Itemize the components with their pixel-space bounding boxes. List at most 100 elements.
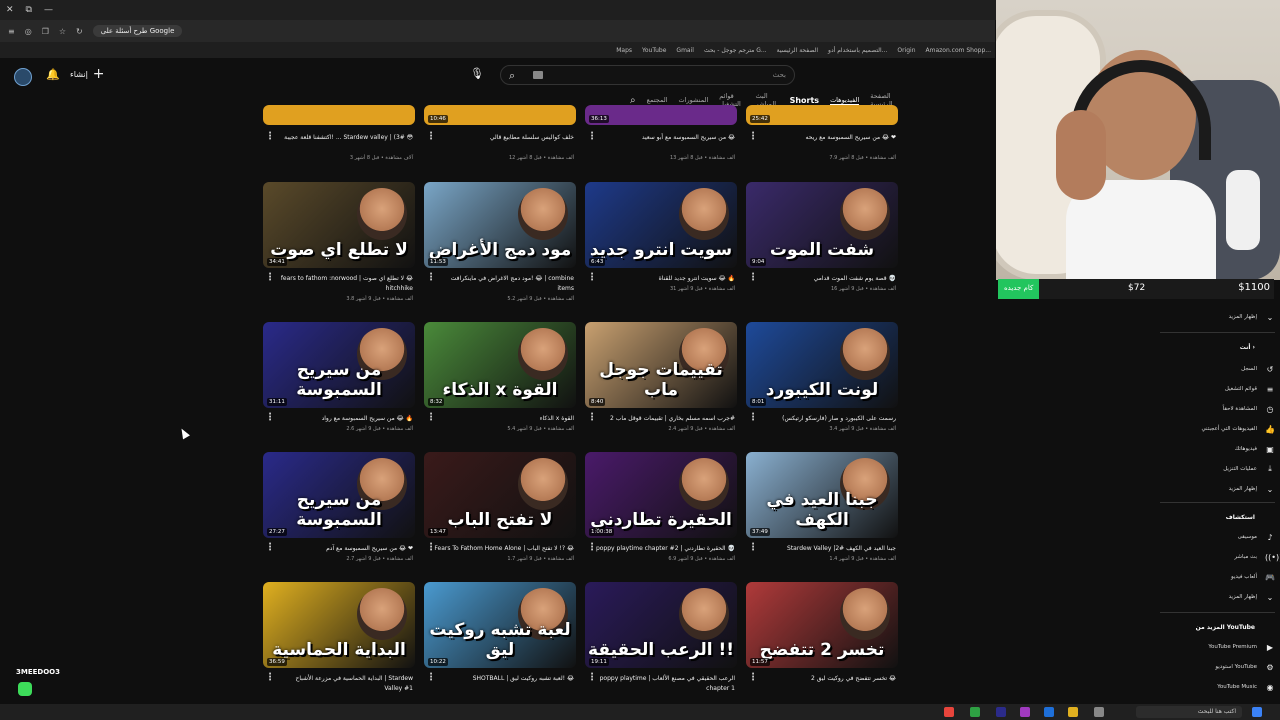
close-window-button[interactable]: ✕ [6,5,14,15]
video-title-line2[interactable]: chapter 1 [595,684,735,693]
video-title[interactable]: SHOTBALL | لعبة تشبه روكيت ليق! 😂 [434,674,574,683]
video-title[interactable]: خلف كواليس سلسلة مطابيع قالي [434,133,574,142]
channel-search-icon[interactable]: ⌕ [630,95,636,106]
sidebar-you-header[interactable]: أنت › [1240,344,1255,351]
store-icon[interactable] [1044,707,1054,717]
video-thumbnail[interactable]: جبنا العيد في الكهف 37:49 [746,452,898,538]
video-title[interactable]: Fears To Fathom Home Alone | لا تفتح الب… [434,544,574,553]
more-options-icon[interactable]: ⋮ [748,132,758,142]
sidebar-item-premium[interactable]: YouTube Premium ▶ [1165,640,1275,654]
more-options-icon[interactable]: ⋮ [587,132,597,142]
video-thumbnail[interactable]: لونت الكيبورد 8:01 [746,322,898,408]
more-options-icon[interactable]: ⋮ [265,413,275,423]
bookmark-item[interactable]: Origin [897,47,915,54]
video-thumbnail[interactable]: سويت انترو جديد 6:43 [585,182,737,268]
more-options-icon[interactable]: ⋮ [748,413,758,423]
tab-videos[interactable]: الفيديوهات [830,96,860,105]
more-options-icon[interactable]: ⋮ [426,543,436,553]
video-title[interactable]: الذكاء x القوة [434,414,574,423]
more-options-icon[interactable]: ⋮ [587,273,597,283]
video-title[interactable]: اكتشفنا قلعة عجيبة! ... Stardew valley |… [273,133,413,142]
video-title-line2[interactable]: hitchhike [273,284,413,293]
chrome-icon[interactable] [944,707,954,717]
bookmark-item[interactable]: الصفحة الرئيسية [777,47,818,54]
copy-icon[interactable]: ❐ [42,27,49,36]
more-options-icon[interactable]: ⋮ [265,132,275,142]
bookmark-item[interactable]: مترجم جوجل - بحث G... [704,47,767,54]
video-title[interactable]: رسمت على الكيبورد و صار (فارسكو ارتيكس) [756,414,896,423]
video-thumbnail[interactable]: شفت الموت 9:04 [746,182,898,268]
refresh-icon[interactable]: ↻ [76,27,83,36]
more-options-icon[interactable]: ⋮ [426,273,436,283]
video-title[interactable]: سويت انترو جديد للقناة 😂 🔥 [595,274,735,283]
sidebar-item-music[interactable]: موسيقى ♪ [1165,530,1275,544]
sidebar-item-studio[interactable]: استوديو YouTube ⚙ [1165,660,1275,674]
video-title[interactable]: poppy playtime chapter #2 | الحقيرة تطار… [595,544,735,553]
video-title[interactable]: من سيريح السمبوسة مع أبو سعيد 😂 [595,133,735,142]
video-title[interactable]: Stardew Valley |2# جبنا العيد في الكهف [756,544,896,553]
video-thumbnail[interactable]: البداية الحماسية 36:59 [263,582,415,668]
bookmark-item[interactable]: Maps [616,47,632,54]
sidebar-item-gaming[interactable]: ألعاب فيديو 🎮 [1165,570,1275,584]
sidebar-item-music-app[interactable]: YouTube Music ◉ [1165,680,1275,694]
search-input[interactable]: ⌕ بحث [500,65,795,85]
more-options-icon[interactable]: ⋮ [587,543,597,553]
extensions-icon[interactable]: ≡ [8,27,15,36]
video-thumbnail[interactable]: الذكاء x القوة 8:32 [424,322,576,408]
minimize-window-button[interactable]: — [44,5,53,15]
video-thumbnail[interactable]: الرعب الحقيقة !! 19:11 [585,582,737,668]
sidebar-item-playlists[interactable]: قوائم التشغيل ≡ [1165,382,1275,396]
search-icon[interactable]: ⌕ [509,69,515,83]
more-options-icon[interactable]: ⋮ [265,273,275,283]
sidebar-item-downloads[interactable]: عمليات التنزيل ⤓ [1165,462,1275,476]
video-thumbnail[interactable]: 25:42 [746,105,898,125]
video-title[interactable]: جرب اسمه مسلم بخاري | تقييمات قوقل ماب 2… [595,414,735,423]
video-thumbnail[interactable]: الحقيرة تطاردني 1:00:38 [585,452,737,538]
video-title[interactable]: من سيريح السمبوسة مع آدم 😂 ❤ [273,544,413,553]
sidebar-item-liked[interactable]: الفيديوهات التي أعجبتني 👍 [1165,422,1275,436]
more-options-icon[interactable]: ⋮ [587,673,597,683]
video-thumbnail[interactable]: تقييمات جوجل ماب 8:40 [585,322,737,408]
video-thumbnail[interactable]: لا تفتح الباب 13:47 [424,452,576,538]
video-title[interactable]: poppy playtime | الرعب الحقيقي في مصنع ا… [595,674,735,683]
video-thumbnail[interactable]: لا تطلع اي صوت 34:41 [263,182,415,268]
more-options-icon[interactable]: ⋮ [265,543,275,553]
more-options-icon[interactable]: ⋮ [426,132,436,142]
folder-icon[interactable] [1068,707,1078,717]
bookmark-item[interactable]: Amazon.com Shopp... [926,47,992,54]
video-thumbnail[interactable]: 10:46 [424,105,576,125]
video-title[interactable]: تخسر تتفضح في روكيت ليق 2 😂 [756,674,896,683]
restore-window-button[interactable]: ⧉ [26,5,32,15]
create-button[interactable]: إنشاء + [70,67,105,81]
more-options-icon[interactable]: ⋮ [748,543,758,553]
star-icon[interactable]: ☆ [59,27,66,36]
video-title[interactable]: fears to fathom :norwood | لا تطلع اي صو… [273,274,413,283]
video-thumbnail[interactable]: لعبة تشبه روكيت ليق 10:22 [424,582,576,668]
bookmark-item[interactable]: Gmail [676,47,694,54]
video-title-line2[interactable]: items [434,284,574,293]
video-thumbnail[interactable] [263,105,415,125]
keyboard-icon[interactable] [533,71,543,79]
bookmark-item[interactable]: التصميم باستخدام أدو... [828,47,887,54]
sidebar-show-more[interactable]: إظهار المزيد ⌄ [1165,310,1275,324]
video-title[interactable]: قصة يوم شفت الموت قدامي 💀 [756,274,896,283]
more-options-icon[interactable]: ⋮ [587,413,597,423]
bookmark-item[interactable]: YouTube [642,47,666,54]
app-icon[interactable] [970,707,980,717]
tab-posts[interactable]: المنشورات [679,96,709,104]
video-thumbnail[interactable]: من سيريح السمبوسة 27:27 [263,452,415,538]
premiere-icon[interactable] [996,707,1006,717]
video-title[interactable]: من سيريح السمبوسة مع ريحه 😂 ❤ [756,133,897,142]
obs-icon[interactable] [1020,707,1030,717]
sidebar-item-live[interactable]: بث مباشر ((•)) [1165,550,1280,564]
more-options-icon[interactable]: ⋮ [748,273,758,283]
video-thumbnail[interactable]: تخسر 2 تتفضح 11:57 [746,582,898,668]
microphone-icon[interactable]: 🎙 [470,67,484,80]
more-options-icon[interactable]: ⋮ [426,413,436,423]
video-thumbnail[interactable]: مود دمج الأغراض 11:53 [424,182,576,268]
sidebar-item-watch-later[interactable]: المشاهدة لاحقاً ◷ [1165,402,1275,416]
tab-shorts[interactable]: Shorts [790,96,819,105]
video-thumbnail[interactable]: من سيريح السمبوسة 31:11 [263,322,415,408]
sidebar-item-explore-more[interactable]: إظهار المزيد ⌄ [1165,590,1275,604]
video-thumbnail[interactable]: 36:13 [585,105,737,125]
